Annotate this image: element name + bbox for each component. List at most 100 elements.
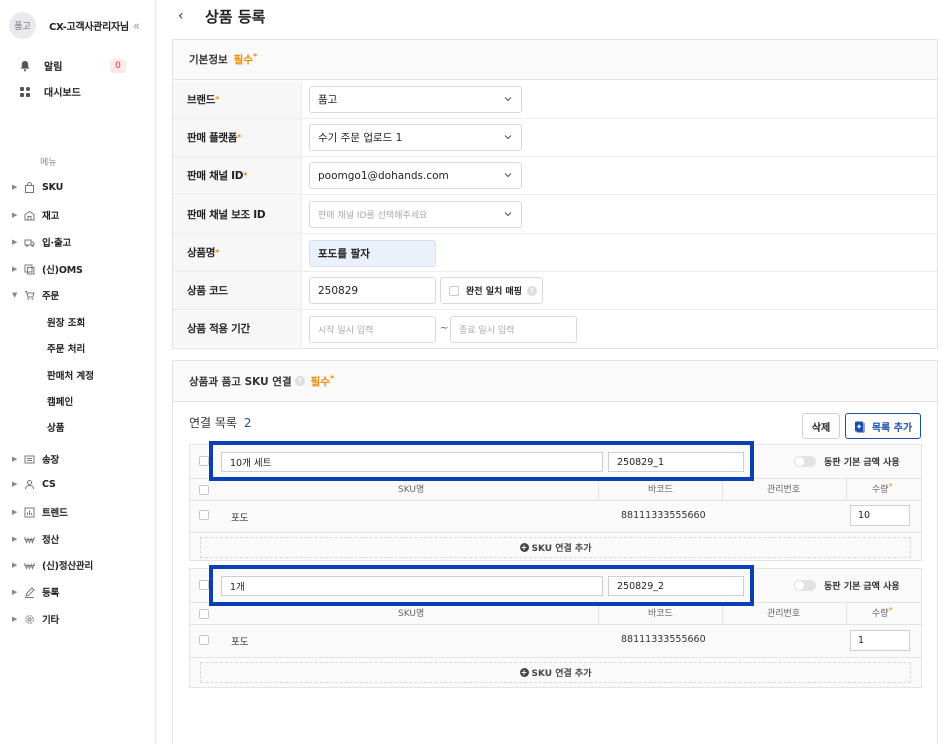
col-barcode: 바코드 xyxy=(648,609,673,619)
nav-sub-product[interactable]: 상품 xyxy=(47,420,64,434)
cart-icon xyxy=(22,289,36,301)
nav-label: 재고 xyxy=(42,211,60,222)
barcode-cell: 88111333555660 xyxy=(621,634,706,645)
qty-input[interactable]: 1 xyxy=(850,630,910,651)
nav-label: CS xyxy=(42,478,56,490)
qty-input[interactable]: 10 xyxy=(850,505,910,526)
toggle-label: 동판 기본 금액 사용 xyxy=(824,582,900,592)
col-barcode: 바코드 xyxy=(648,485,673,495)
truck-icon xyxy=(22,236,36,248)
back-icon[interactable]: ‹ xyxy=(178,8,184,24)
add-sku-label: SKU 연결 추가 xyxy=(531,544,592,554)
alarm-count-badge: 0 xyxy=(110,59,126,73)
sidebar-item-label: 알림 xyxy=(44,62,63,73)
nav-trend[interactable]: ▶ 트렌드 xyxy=(12,505,68,519)
nav-register[interactable]: ▶ 등록 xyxy=(12,585,59,599)
product-code-label: 상품 코드 xyxy=(173,272,302,309)
toggle-label: 동판 기본 금액 사용 xyxy=(824,458,900,468)
row-checkbox[interactable] xyxy=(199,510,209,520)
brand-label: 브랜드 * xyxy=(173,81,302,118)
section-title: 기본정보 xyxy=(189,54,228,66)
channel-select[interactable]: poomgo1@dohands.com xyxy=(309,162,522,189)
sidebar-item-dashboard[interactable]: 대시보드 xyxy=(18,84,81,99)
highlight-box xyxy=(209,565,754,606)
user-name: CX-고객사관리자님 xyxy=(49,22,129,33)
sku-name-cell: 포도 xyxy=(231,513,249,524)
nav-label: 송장 xyxy=(42,455,60,466)
basic-info-card: 기본정보 필수* 브랜드 * 품고 판매 플랫폼 * 수기 주문 업로드 1 판매 … xyxy=(172,39,938,349)
nav-label: 등록 xyxy=(42,588,60,599)
group-checkbox[interactable] xyxy=(199,456,209,466)
nav-order[interactable]: ▼ 주문 xyxy=(12,288,59,302)
chevron-down-icon xyxy=(504,97,512,102)
header-checkbox[interactable] xyxy=(199,609,209,619)
delete-button[interactable]: 삭제 xyxy=(802,413,840,439)
person-icon xyxy=(22,478,36,490)
group-checkbox[interactable] xyxy=(199,580,209,590)
add-document-icon xyxy=(854,421,865,432)
nav-label: 주문 xyxy=(42,291,60,302)
checkbox[interactable] xyxy=(449,285,459,296)
nav-new-settlement[interactable]: ▶ (신)정산관리 xyxy=(12,558,93,572)
sidebar-item-alarm[interactable]: 알림 xyxy=(18,58,62,73)
header-checkbox[interactable] xyxy=(199,485,209,495)
nav-label: SKU xyxy=(42,181,64,193)
start-date-input[interactable]: 시작 일시 입력 xyxy=(309,316,436,343)
platform-value: 수기 주문 업로드 1 xyxy=(318,132,403,144)
nav-label: 기타 xyxy=(42,615,60,626)
plus-circle-icon: + xyxy=(519,543,529,552)
sidebar-item-label: 대시보드 xyxy=(44,88,81,99)
add-sku-link-button[interactable]: + SKU 연결 추가 xyxy=(200,537,911,558)
nav-new-oms[interactable]: ▶ (신)OMS xyxy=(12,262,83,276)
product-code-input[interactable]: 250829 xyxy=(309,277,436,304)
sub-channel-label: 판매 채널 보조 ID xyxy=(173,196,302,233)
menu-section-label: 메뉴 xyxy=(40,158,57,168)
brand-select[interactable]: 품고 xyxy=(309,86,522,113)
pencil-icon xyxy=(22,586,36,598)
required-text: 필수 xyxy=(233,54,253,66)
toggle-switch[interactable] xyxy=(794,580,816,591)
default-price-toggle[interactable]: 동판 기본 금액 사용 xyxy=(794,579,900,592)
avatar[interactable]: 품고 xyxy=(9,12,36,39)
help-icon[interactable]: ? xyxy=(294,376,305,386)
toggle-switch[interactable] xyxy=(794,456,816,467)
add-list-button[interactable]: 목록 추가 xyxy=(845,413,921,439)
product-name-input[interactable]: 포도를 팔자 xyxy=(309,240,436,267)
highlight-box xyxy=(209,441,754,481)
nav-sub-seller-account[interactable]: 판매처 계정 xyxy=(47,368,94,382)
nav-inventory[interactable]: ▶ 재고 xyxy=(12,208,59,222)
help-icon[interactable]: ? xyxy=(526,285,537,296)
channel-label-text: 판매 채널 ID xyxy=(187,170,244,182)
nav-etc[interactable]: ▶ 기타 xyxy=(12,612,59,626)
chevron-down-icon xyxy=(504,173,512,178)
exact-match-label: 완전 일치 매핑 xyxy=(466,287,522,297)
col-qty-text: 수량 xyxy=(872,609,889,619)
chevron-down-icon xyxy=(504,135,512,140)
bell-icon xyxy=(18,59,32,73)
add-sku-label: SKU 연결 추가 xyxy=(531,669,592,679)
nav-settlement[interactable]: ▶ 정산 xyxy=(12,532,59,546)
add-sku-link-button[interactable]: + SKU 연결 추가 xyxy=(200,662,911,683)
nav-sub-ledger[interactable]: 원장 조회 xyxy=(47,315,85,329)
nav-sub-order-process[interactable]: 주문 처리 xyxy=(47,341,85,355)
page-title: 상품 등록 xyxy=(205,8,266,26)
sub-channel-select[interactable]: 판매 채널 ID를 선택해주세요 xyxy=(309,201,522,228)
nav-label: 정산 xyxy=(42,535,60,546)
nav-cs[interactable]: ▶ CS xyxy=(12,478,56,490)
platform-label-text: 판매 플랫폼 xyxy=(187,132,238,144)
nav-label: (신)OMS xyxy=(42,265,83,276)
default-price-toggle[interactable]: 동판 기본 금액 사용 xyxy=(794,455,900,468)
col-qty-text: 수량 xyxy=(872,485,889,495)
exact-match-checkbox[interactable]: 완전 일치 매핑 ? xyxy=(440,277,543,304)
nav-invoice[interactable]: ▶ 송장 xyxy=(12,452,59,466)
end-date-input[interactable]: 종료 일시 입력 xyxy=(450,316,577,343)
nav-inout[interactable]: ▶ 입·출고 xyxy=(12,235,71,249)
dashboard-icon xyxy=(18,85,32,99)
collapse-sidebar-icon[interactable]: « xyxy=(133,19,140,33)
nav-sku[interactable]: ▶ SKU xyxy=(12,181,63,193)
platform-select[interactable]: 수기 주문 업로드 1 xyxy=(309,124,522,151)
nav-sub-campaign[interactable]: 캠페인 xyxy=(47,394,73,408)
row-checkbox[interactable] xyxy=(199,635,209,645)
nav-label: 트렌드 xyxy=(42,508,68,519)
chevron-down-icon xyxy=(504,212,512,217)
